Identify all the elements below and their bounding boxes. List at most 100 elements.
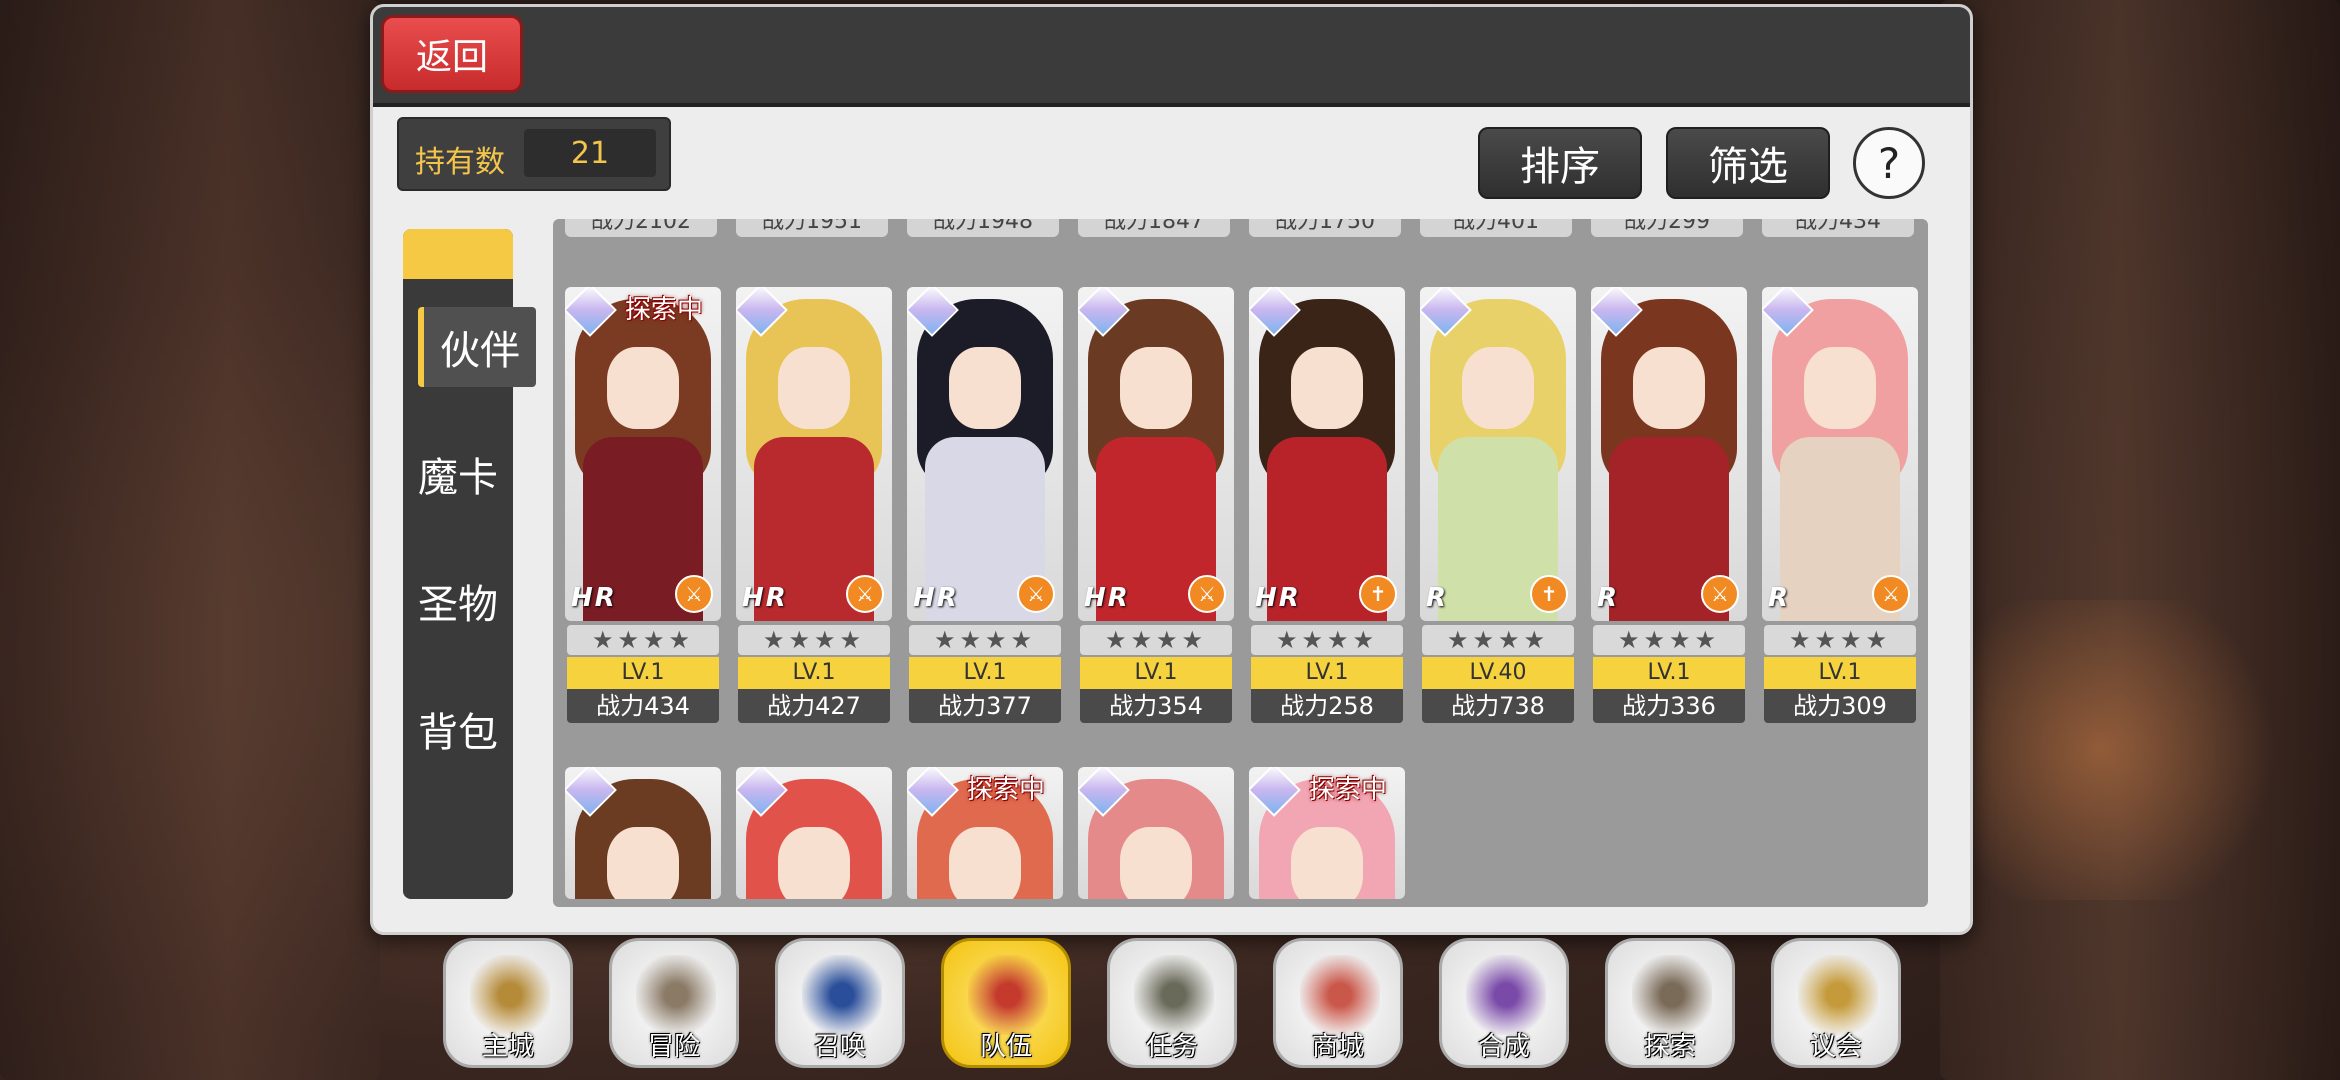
star-rating: ★★★★ <box>1422 625 1574 655</box>
character-grid[interactable]: 战力2102 战力1951 战力1948 战力1847 战力1750 战力401 战力299… <box>553 219 1928 907</box>
level-label: LV.1 <box>567 657 719 689</box>
nav-council-crest[interactable]: 议会 <box>1771 938 1901 1068</box>
level-label: LV.1 <box>1251 657 1403 689</box>
nav-label: 任务 <box>1145 1032 1198 1062</box>
portrait-face <box>607 827 679 899</box>
star-rating: ★★★★ <box>567 625 719 655</box>
help-button[interactable]: ? <box>1853 127 1925 199</box>
portrait-face <box>1804 347 1876 429</box>
character-portrait: 探索中 <box>1249 767 1405 899</box>
portrait-face <box>1633 347 1705 429</box>
level-label: LV.1 <box>738 657 890 689</box>
compass-pickaxe-icon <box>1632 955 1712 1035</box>
nav-winged-shield[interactable]: 队伍 <box>941 938 1071 1068</box>
exploring-badge: 探索中 <box>1309 775 1388 805</box>
sword-icon: ⚔ <box>675 575 713 613</box>
nav-potion-flask[interactable]: 合成 <box>1439 938 1569 1068</box>
portrait-face <box>1462 347 1534 429</box>
character-portrait: 探索中 <box>907 767 1063 899</box>
level-label: LV.1 <box>1764 657 1916 689</box>
character-portrait: HR ⚔ <box>736 287 892 621</box>
sword-icon: ⚔ <box>846 575 884 613</box>
exploring-badge: 探索中 <box>625 295 704 325</box>
power-label: 战力354 <box>1080 689 1232 723</box>
top-bar: 返回 <box>373 7 1970 107</box>
character-portrait <box>736 767 892 899</box>
rarity-badge: R <box>1768 583 1791 613</box>
sword-icon: ⚔ <box>1872 575 1910 613</box>
nav-label: 商城 <box>1311 1032 1364 1062</box>
quest-scroll-icon <box>1134 955 1214 1035</box>
portrait-face <box>778 347 850 429</box>
star-rating: ★★★★ <box>1251 625 1403 655</box>
rarity-badge: HR <box>913 583 959 613</box>
shop-tent-icon <box>1300 955 1380 1035</box>
nav-summon-card[interactable]: 召唤 <box>775 938 905 1068</box>
portrait-face <box>1291 827 1363 899</box>
tab-magic-cards[interactable]: 魔卡 <box>403 434 513 514</box>
star-rating: ★★★★ <box>738 625 890 655</box>
nav-compass-pickaxe[interactable]: 探索 <box>1605 938 1735 1068</box>
portrait-face <box>1120 347 1192 429</box>
tab-backpack[interactable]: 背包 <box>403 689 513 769</box>
nav-label: 召唤 <box>813 1032 866 1062</box>
previous-row-power: 战力401 <box>1420 219 1572 237</box>
previous-row-power: 战力299 <box>1591 219 1743 237</box>
character-portrait: R ✝ <box>1420 287 1576 621</box>
back-button[interactable]: 返回 <box>381 15 523 93</box>
team-panel: 返回 持有数 21 排序 筛选 ? 伙伴 魔卡 圣物 背包 战力2102 战力19… <box>370 4 1973 935</box>
nav-label: 探索 <box>1643 1032 1696 1062</box>
level-label: LV.40 <box>1422 657 1574 689</box>
power-label: 战力427 <box>738 689 890 723</box>
nav-label: 冒险 <box>647 1032 700 1062</box>
sword-icon: ⚔ <box>1188 575 1226 613</box>
level-label: LV.1 <box>909 657 1061 689</box>
portrait-face <box>778 827 850 899</box>
nav-shop-tent[interactable]: 商城 <box>1273 938 1403 1068</box>
power-label: 战力738 <box>1422 689 1574 723</box>
cross-icon: ✝ <box>1359 575 1397 613</box>
sword-icon: ⚔ <box>1017 575 1055 613</box>
owned-count-box: 持有数 21 <box>397 117 671 191</box>
nav-label: 议会 <box>1809 1032 1862 1062</box>
rarity-badge: R <box>1426 583 1449 613</box>
owned-count-value: 21 <box>524 129 656 177</box>
castle-crown-icon <box>470 955 550 1035</box>
previous-row-power: 战力1948 <box>907 219 1059 237</box>
nav-crossed-swords[interactable]: 冒险 <box>609 938 739 1068</box>
rarity-badge: HR <box>1084 583 1130 613</box>
portrait-face <box>949 347 1021 429</box>
power-label: 战力309 <box>1764 689 1916 723</box>
power-label: 战力377 <box>909 689 1061 723</box>
previous-row-power: 战力1951 <box>736 219 888 237</box>
sort-button[interactable]: 排序 <box>1478 127 1642 199</box>
council-crest-icon <box>1798 955 1878 1035</box>
character-portrait: 探索中 HR ⚔ <box>565 287 721 621</box>
power-label: 战力434 <box>567 689 719 723</box>
filter-button[interactable]: 筛选 <box>1666 127 1830 199</box>
power-label: 战力336 <box>1593 689 1745 723</box>
star-rating: ★★★★ <box>1593 625 1745 655</box>
previous-row-power: 战力434 <box>1762 219 1914 237</box>
character-portrait: HR ⚔ <box>1078 287 1234 621</box>
tab-relics[interactable]: 圣物 <box>403 561 513 641</box>
exploring-badge: 探索中 <box>967 775 1046 805</box>
nav-castle-crown[interactable]: 主城 <box>443 938 573 1068</box>
background-right-shelf <box>1940 0 2340 1080</box>
nav-quest-scroll[interactable]: 任务 <box>1107 938 1237 1068</box>
winged-shield-icon <box>968 955 1048 1035</box>
rarity-badge: HR <box>1255 583 1301 613</box>
character-portrait <box>565 767 721 899</box>
nav-label: 合成 <box>1477 1032 1530 1062</box>
sword-icon: ⚔ <box>1701 575 1739 613</box>
background-left-shelf <box>0 0 380 1080</box>
star-rating: ★★★★ <box>1080 625 1232 655</box>
previous-row-power: 战力1750 <box>1249 219 1401 237</box>
portrait-face <box>1291 347 1363 429</box>
star-rating: ★★★★ <box>1764 625 1916 655</box>
tab-partners[interactable]: 伙伴 <box>418 307 536 387</box>
summon-card-icon <box>802 955 882 1035</box>
character-portrait: R ⚔ <box>1762 287 1918 621</box>
crossed-swords-icon <box>636 955 716 1035</box>
character-portrait: HR ⚔ <box>907 287 1063 621</box>
